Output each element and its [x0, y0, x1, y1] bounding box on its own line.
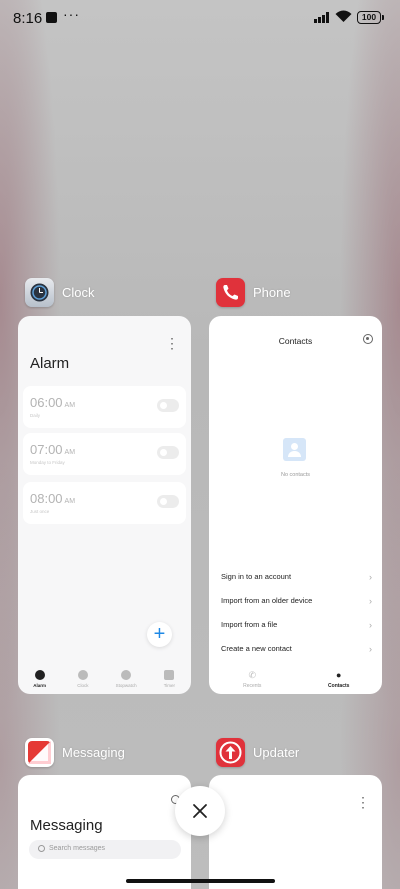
search-placeholder: Search messages — [49, 845, 106, 852]
alarm-item[interactable]: 06:00 AM Daily — [23, 386, 186, 428]
tab-label: Timer — [163, 683, 176, 688]
clock-icon — [77, 670, 88, 680]
status-time: 8:16 — [13, 10, 43, 27]
phone-app-name: Phone — [253, 284, 291, 300]
person-icon: ● — [336, 670, 342, 680]
add-alarm-button[interactable]: + — [147, 622, 172, 647]
menu-label: Create a new contact — [221, 644, 292, 653]
alarm-item[interactable]: 08:00 AM Just once — [23, 482, 186, 524]
alarm-time: 06:00 — [30, 395, 63, 410]
tab-alarm[interactable]: Alarm — [18, 666, 61, 694]
tab-label: Alarm — [33, 683, 46, 688]
wifi-icon — [335, 10, 352, 22]
sign-in-account-row[interactable]: Sign in to an account › — [221, 572, 372, 586]
more-notifications-icon: ··· — [63, 6, 80, 22]
updater-app-card[interactable]: ⋮ — [209, 775, 382, 889]
tab-label: Clock — [77, 683, 89, 688]
clock-app-name: Clock — [62, 284, 95, 300]
chevron-right-icon: › — [369, 572, 372, 582]
phone-app-card[interactable]: Contacts No contacts Sign in to an accou… — [209, 316, 382, 694]
phone-app-header[interactable]: Phone — [216, 277, 291, 307]
menu-label: Import from a file — [221, 620, 278, 629]
tab-timer[interactable]: Timer — [148, 666, 191, 694]
chevron-right-icon: › — [369, 644, 372, 654]
messaging-app-header[interactable]: Messaging — [25, 737, 125, 767]
alarm-icon — [34, 670, 45, 680]
tab-stopwatch[interactable]: Stopwatch — [105, 666, 148, 694]
contact-placeholder-icon — [283, 438, 306, 461]
alarm-toggle[interactable] — [157, 446, 179, 459]
battery-icon: 100 — [357, 11, 384, 24]
more-options-icon[interactable]: ⋮ — [165, 336, 179, 350]
messaging-page-title: Messaging — [30, 817, 103, 834]
updater-app-name: Updater — [253, 744, 300, 760]
chevron-right-icon: › — [369, 620, 372, 630]
clear-all-button[interactable] — [175, 786, 225, 836]
import-older-device-row[interactable]: Import from an older device › — [221, 596, 372, 610]
home-indicator[interactable] — [126, 879, 275, 883]
alarm-ampm: AM — [64, 449, 76, 456]
alarm-time: 07:00 — [30, 442, 63, 457]
settings-icon[interactable] — [363, 334, 373, 344]
contacts-title: Contacts — [278, 336, 313, 346]
clock-app-icon[interactable] — [25, 277, 54, 307]
chevron-right-icon: › — [369, 596, 372, 606]
menu-label: Sign in to an account — [221, 572, 292, 581]
updater-app-header[interactable]: Updater — [216, 737, 299, 767]
tab-clock[interactable]: Clock — [61, 666, 104, 694]
alarm-repeat: Monday to Friday — [30, 460, 65, 465]
phone-icon: ✆ — [248, 670, 257, 680]
updater-app-icon[interactable] — [216, 737, 245, 767]
clock-tab-bar: Alarm Clock Stopwatch Timer — [18, 666, 191, 694]
stopwatch-icon — [121, 670, 132, 680]
cellular-signal-icon — [314, 12, 329, 23]
menu-label: Import from an older device — [221, 596, 313, 605]
close-icon — [193, 804, 207, 818]
search-icon — [38, 845, 45, 852]
messaging-app-icon[interactable] — [25, 737, 54, 767]
clock-app-header[interactable]: Clock — [25, 277, 95, 307]
hourglass-icon — [164, 670, 175, 680]
tab-label: Recents — [243, 683, 262, 689]
create-contact-row[interactable]: Create a new contact › — [221, 644, 372, 658]
messaging-app-card[interactable]: Messaging Search messages — [18, 775, 191, 889]
notification-icon — [46, 12, 57, 23]
alarm-repeat: Just once — [30, 509, 50, 514]
alarm-time: 08:00 — [30, 491, 63, 506]
alarm-ampm: AM — [64, 402, 76, 409]
phone-app-icon[interactable] — [216, 277, 245, 307]
more-options-icon[interactable]: ⋮ — [356, 795, 370, 809]
alarm-repeat: Daily — [30, 413, 41, 418]
alarm-page-title: Alarm — [30, 355, 70, 372]
alarm-ampm: AM — [64, 498, 76, 505]
clock-app-card[interactable]: ⋮ Alarm 06:00 AM Daily 07:00 AM Monday to … — [18, 316, 191, 694]
search-messages-input[interactable]: Search messages — [29, 840, 181, 859]
tab-label: Stopwatch — [115, 683, 137, 688]
import-file-row[interactable]: Import from a file › — [221, 620, 372, 634]
tab-contacts[interactable]: ● Contacts — [296, 666, 383, 694]
empty-state-text: No contacts — [280, 472, 311, 478]
phone-tab-bar: ✆ Recents ● Contacts — [209, 666, 382, 694]
alarm-toggle[interactable] — [157, 495, 179, 508]
alarm-item[interactable]: 07:00 AM Monday to Friday — [23, 433, 186, 475]
messaging-app-name: Messaging — [62, 744, 125, 760]
tab-recents[interactable]: ✆ Recents — [209, 666, 296, 694]
tab-label: Contacts — [328, 683, 350, 689]
status-bar: 8:16 ··· 100 — [0, 0, 400, 36]
alarm-toggle[interactable] — [157, 399, 179, 412]
